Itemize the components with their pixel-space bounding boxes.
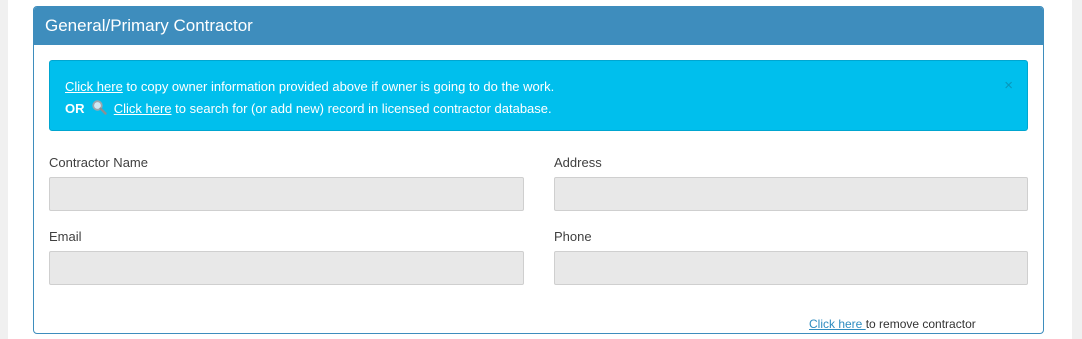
remove-contractor-link[interactable]: Click here — [809, 317, 866, 331]
phone-input[interactable] — [554, 251, 1028, 285]
alert-line-copy-owner: Click here to copy owner information pro… — [65, 79, 554, 94]
panel-title: General/Primary Contractor — [34, 7, 1043, 45]
or-label: OR — [65, 101, 85, 116]
right-scroll-gutter — [1072, 0, 1082, 339]
remove-contractor-text: to remove contractor — [865, 317, 976, 331]
email-label: Email — [49, 229, 82, 244]
address-label: Address — [554, 155, 602, 170]
page: General/Primary Contractor Click here to… — [0, 0, 1082, 339]
contractor-name-input[interactable] — [49, 177, 524, 211]
close-icon[interactable]: × — [1004, 77, 1013, 94]
magnifying-glass-icon — [91, 99, 107, 118]
search-contractor-link[interactable]: Click here — [114, 101, 172, 116]
address-input[interactable] — [554, 177, 1028, 211]
info-alert: Click here to copy owner information pro… — [49, 60, 1028, 131]
copy-owner-text: to copy owner information provided above… — [122, 79, 555, 94]
copy-owner-link[interactable]: Click here — [65, 79, 123, 94]
contractor-name-label: Contractor Name — [49, 155, 148, 170]
search-contractor-text: to search for (or add new) record in lic… — [171, 101, 552, 116]
alert-line-search-db: OR Click here to search for (or add new)… — [65, 99, 552, 118]
email-input[interactable] — [49, 251, 524, 285]
left-gutter — [0, 0, 8, 339]
remove-contractor-row: Click here to remove contractor — [809, 317, 976, 331]
contractor-panel: General/Primary Contractor Click here to… — [33, 6, 1044, 334]
phone-label: Phone — [554, 229, 592, 244]
